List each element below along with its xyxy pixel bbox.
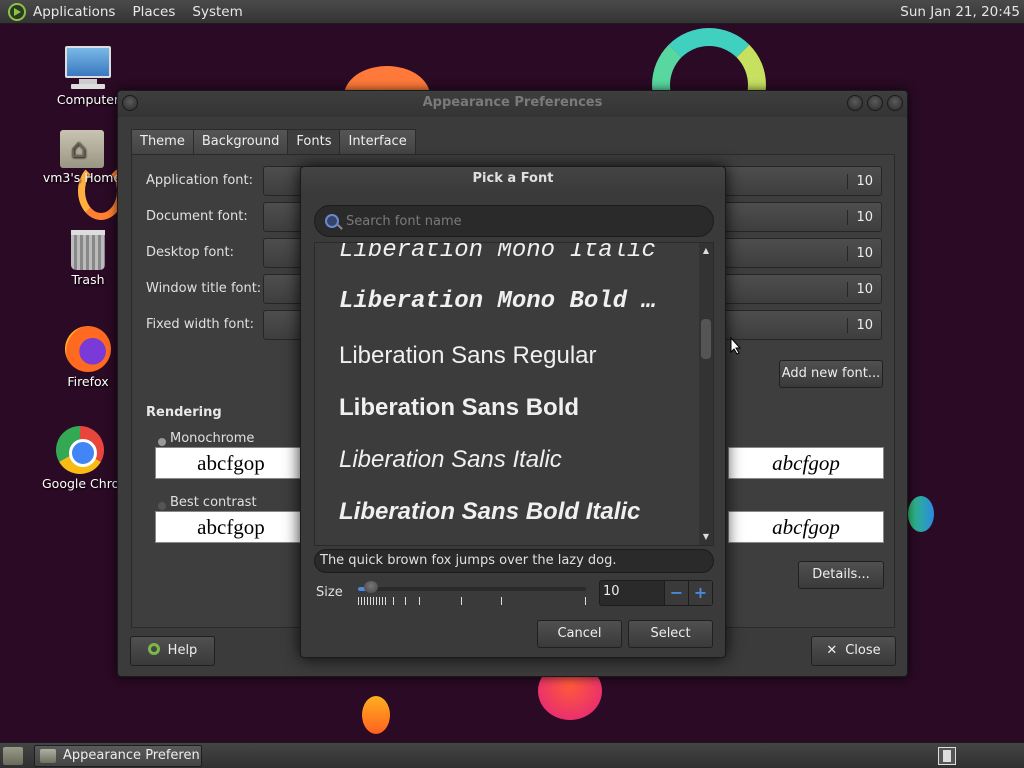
menu-applications[interactable]: Applications	[33, 4, 115, 20]
details-button[interactable]: Details...	[798, 561, 884, 589]
help-icon	[147, 643, 160, 655]
size-value: 10	[603, 584, 620, 599]
close-window-button[interactable]	[887, 95, 903, 111]
size-label: Size	[316, 585, 343, 600]
font-list: Liberation Mono Italic Liberation Mono B…	[314, 242, 714, 546]
font-list-scrollbar[interactable]: ▲ ▼	[699, 243, 713, 545]
monochrome-radio[interactable]	[158, 438, 166, 446]
dialog-title[interactable]: Pick a Font	[301, 167, 725, 193]
computer-icon	[65, 46, 111, 90]
taskbar-item-appearance-preferences[interactable]: Appearance Preferen...	[34, 745, 202, 767]
bottom-panel: Appearance Preferen...	[0, 742, 1024, 768]
size-slider-handle[interactable]	[364, 581, 378, 593]
document-font-label: Document font:	[146, 209, 248, 224]
tab-background[interactable]: Background	[192, 129, 289, 155]
size-slider[interactable]	[358, 587, 586, 591]
close-label: Close	[845, 643, 881, 658]
taskbar-item-label: Appearance Preferen...	[63, 748, 202, 763]
appearance-app-icon	[40, 749, 56, 763]
window-menu-button[interactable]	[122, 95, 138, 111]
cancel-button[interactable]: Cancel	[537, 620, 622, 648]
close-button[interactable]: ✕ Close	[811, 636, 896, 666]
desktop-icon-chrome[interactable]: Google Chrome	[42, 426, 118, 491]
home-folder-icon	[60, 130, 104, 168]
pick-a-font-dialog: Pick a Font Liberation Mono Italic Liber…	[300, 166, 726, 658]
window-title-font-label: Window title font:	[146, 281, 262, 296]
scroll-up-icon[interactable]: ▲	[699, 245, 713, 257]
scroll-thumb[interactable]	[701, 319, 711, 359]
window-title: Appearance Preferences	[422, 95, 603, 110]
font-size: 10	[847, 246, 873, 261]
font-list-item[interactable]: Liberation Sans Bold Italic	[339, 498, 640, 526]
workspace-switcher-icon[interactable]	[938, 747, 956, 765]
trash-icon	[71, 230, 105, 270]
desktop-icon-label: vm3's Home	[42, 170, 122, 185]
font-size: 10	[847, 210, 873, 225]
font-size: 10	[847, 282, 873, 297]
font-list-item[interactable]: Liberation Sans Bold	[339, 394, 579, 422]
desktop-icon-label: Firefox	[67, 374, 109, 389]
desktop-icon-label: Trash	[71, 272, 105, 287]
font-list-item[interactable]: Liberation Mono Italic	[339, 243, 656, 264]
mouse-cursor-icon	[730, 337, 742, 355]
right-sample[interactable]: abcfgop	[728, 447, 884, 479]
best-contrast-sample[interactable]: abcfgop	[155, 511, 307, 543]
font-preview[interactable]: The quick brown fox jumps over the lazy …	[314, 549, 714, 573]
font-size: 10	[847, 318, 873, 333]
close-icon: ✕	[826, 643, 838, 658]
tab-theme[interactable]: Theme	[131, 129, 194, 155]
decrease-size-button[interactable]: −	[664, 581, 688, 605]
help-label: Help	[167, 643, 198, 658]
tab-bar: Theme Background Fonts Interface	[131, 129, 416, 155]
font-search-input[interactable]	[346, 211, 701, 231]
desktop-icon-label: Google Chrome	[42, 476, 118, 491]
select-button[interactable]: Select	[628, 620, 713, 648]
increase-size-button[interactable]: +	[688, 581, 712, 605]
distro-logo-icon[interactable]	[8, 2, 26, 21]
menu-system[interactable]: System	[192, 4, 242, 20]
desktop-font-label: Desktop font:	[146, 245, 234, 260]
font-list-item[interactable]: Liberation Sans Italic	[339, 446, 562, 474]
font-list-item[interactable]: Liberation Sans Regular	[339, 342, 597, 370]
clock[interactable]: Sun Jan 21, 20:45	[900, 4, 1020, 20]
font-size: 10	[847, 174, 873, 189]
chrome-icon	[56, 426, 104, 474]
firefox-icon	[65, 326, 111, 372]
application-font-label: Application font:	[146, 173, 254, 188]
search-icon	[325, 214, 339, 228]
best-contrast-radio[interactable]	[158, 502, 166, 510]
font-search-box[interactable]	[314, 205, 714, 237]
rendering-title: Rendering	[146, 405, 222, 420]
monochrome-label: Monochrome	[170, 431, 255, 446]
wallpaper-shape	[362, 696, 390, 734]
monochrome-sample[interactable]: abcfgop	[155, 447, 307, 479]
right-sample[interactable]: abcfgop	[728, 511, 884, 543]
tab-fonts[interactable]: Fonts	[287, 129, 341, 155]
maximize-button[interactable]	[867, 95, 883, 111]
fixed-width-font-label: Fixed width font:	[146, 317, 255, 332]
size-spinbox[interactable]: 10 − +	[599, 580, 713, 606]
best-contrast-label: Best contrast	[170, 495, 257, 510]
tab-interface[interactable]: Interface	[339, 129, 416, 155]
show-desktop-icon[interactable]	[3, 747, 23, 765]
wallpaper-shape	[908, 496, 934, 532]
top-panel: Applications Places System Sun Jan 21, 2…	[0, 0, 1024, 24]
scroll-down-icon[interactable]: ▼	[699, 531, 713, 543]
help-button[interactable]: Help	[130, 636, 215, 666]
menu-places[interactable]: Places	[132, 4, 175, 20]
add-new-font-button[interactable]: Add new font...	[779, 360, 883, 388]
font-list-item[interactable]: Liberation Mono Bold …	[339, 288, 656, 315]
desktop-icon-label: Computer	[56, 92, 120, 107]
minimize-button[interactable]	[847, 95, 863, 111]
window-titlebar[interactable]: Appearance Preferences	[118, 91, 907, 117]
desktop-icon-home[interactable]: vm3's Home	[42, 130, 122, 185]
